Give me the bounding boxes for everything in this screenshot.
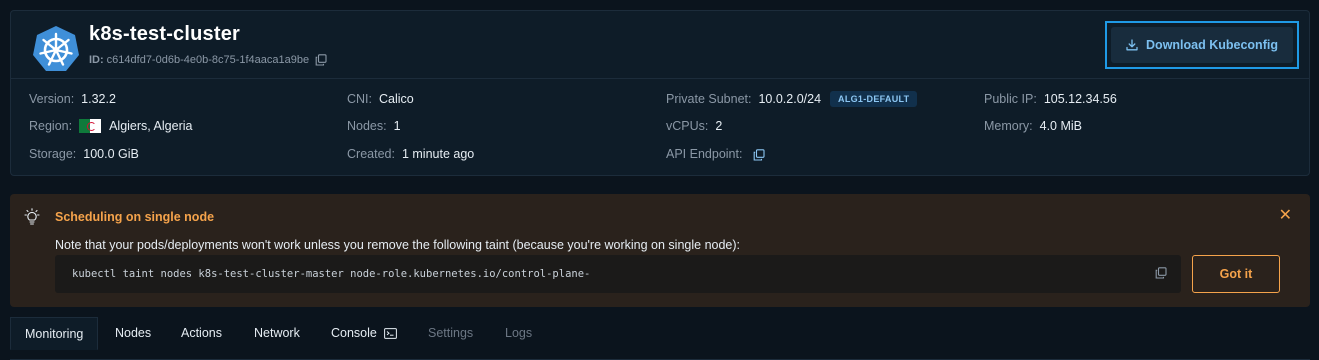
tab-label: Actions bbox=[181, 326, 222, 340]
tab-nodes[interactable]: Nodes bbox=[101, 317, 165, 349]
info-version: Version: 1.32.2 bbox=[29, 92, 116, 106]
copy-icon[interactable] bbox=[315, 54, 327, 66]
tab-label: Nodes bbox=[115, 326, 152, 340]
subnet-badge: ALG1-DEFAULT bbox=[830, 91, 918, 107]
info-memory: Memory: 4.0 MiB bbox=[984, 119, 1082, 133]
region-label: Region: bbox=[29, 119, 73, 133]
memory-value: 4.0 MiB bbox=[1039, 119, 1083, 133]
download-kubeconfig-button-inner[interactable]: Download Kubeconfig bbox=[1111, 27, 1293, 63]
api-endpoint-label: API Endpoint: bbox=[666, 147, 743, 161]
info-nodes: Nodes: 1 bbox=[347, 119, 401, 133]
cluster-id-label: ID: bbox=[89, 54, 104, 66]
info-created: Created: 1 minute ago bbox=[347, 147, 474, 161]
api-endpoint-copy-icon[interactable] bbox=[753, 149, 766, 161]
close-icon[interactable]: ✕ bbox=[1279, 208, 1292, 224]
info-region: Region: Algiers, Algeria bbox=[29, 119, 192, 133]
tab-network[interactable]: Network bbox=[240, 317, 314, 349]
taint-command: kubectl taint nodes k8s-test-cluster-mas… bbox=[72, 268, 591, 280]
got-it-button[interactable]: Got it bbox=[1192, 255, 1280, 293]
info-vcpus: vCPUs: 2 bbox=[666, 119, 722, 133]
public-ip-label: Public IP: bbox=[984, 92, 1037, 106]
cni-value: Calico bbox=[379, 92, 414, 106]
tab-label: Logs bbox=[505, 326, 533, 340]
version-label: Version: bbox=[29, 92, 75, 106]
storage-label: Storage: bbox=[29, 147, 77, 161]
info-private-subnet: Private Subnet: 10.0.2.0/24 ALG1-DEFAULT bbox=[666, 91, 918, 107]
download-kubeconfig-label: Download Kubeconfig bbox=[1146, 38, 1278, 52]
tab-label: Settings bbox=[428, 326, 474, 340]
created-label: Created: bbox=[347, 147, 395, 161]
card-divider bbox=[11, 78, 1309, 79]
info-cni: CNI: Calico bbox=[347, 92, 414, 106]
copy-command-icon[interactable] bbox=[1155, 267, 1167, 279]
tab-logs: Logs bbox=[491, 317, 546, 349]
single-node-alert: Scheduling on single node ✕ Note that yo… bbox=[10, 194, 1310, 307]
version-value: 1.32.2 bbox=[81, 92, 116, 106]
cluster-id: ID: c614dfd7-0d6b-4e0b-8c75-1f4aaca1a9be bbox=[89, 54, 327, 66]
cluster-tabs: Monitoring Nodes Actions Network Console… bbox=[10, 317, 1310, 360]
cluster-card: k8s-test-cluster ID: c614dfd7-0d6b-4e0b-… bbox=[10, 10, 1310, 176]
tab-label: Monitoring bbox=[25, 326, 84, 341]
private-subnet-value: 10.0.2.0/24 bbox=[758, 92, 822, 106]
cluster-id-value: c614dfd7-0d6b-4e0b-8c75-1f4aaca1a9be bbox=[106, 54, 310, 66]
tab-monitoring[interactable]: Monitoring bbox=[10, 317, 99, 350]
algeria-flag-icon bbox=[79, 119, 102, 133]
alert-message: Note that your pods/deployments won't wo… bbox=[55, 238, 741, 252]
tab-actions[interactable]: Actions bbox=[167, 317, 236, 349]
created-value: 1 minute ago bbox=[401, 147, 475, 161]
storage-value: 100.0 GiB bbox=[83, 147, 139, 161]
taint-command-box: kubectl taint nodes k8s-test-cluster-mas… bbox=[55, 255, 1181, 293]
memory-label: Memory: bbox=[984, 119, 1033, 133]
info-storage: Storage: 100.0 GiB bbox=[29, 147, 139, 161]
download-kubeconfig-button[interactable]: Download Kubeconfig bbox=[1105, 21, 1299, 69]
nodes-label: Nodes: bbox=[347, 119, 387, 133]
lightbulb-icon bbox=[24, 208, 40, 225]
private-subnet-label: Private Subnet: bbox=[666, 92, 752, 106]
vcpus-label: vCPUs: bbox=[666, 119, 709, 133]
vcpus-value: 2 bbox=[715, 119, 723, 133]
download-icon bbox=[1126, 39, 1138, 51]
cluster-name: k8s-test-cluster bbox=[89, 23, 241, 45]
tab-label: Network bbox=[254, 326, 300, 340]
info-api-endpoint: API Endpoint: bbox=[666, 147, 766, 161]
alert-title: Scheduling on single node bbox=[55, 210, 215, 224]
info-public-ip: Public IP: 105.12.34.56 bbox=[984, 92, 1117, 106]
kubernetes-logo-icon bbox=[33, 26, 79, 71]
tab-settings: Settings bbox=[414, 317, 487, 349]
region-value: Algiers, Algeria bbox=[109, 119, 193, 133]
tab-console[interactable]: Console bbox=[317, 317, 411, 349]
cni-label: CNI: bbox=[347, 92, 372, 106]
terminal-icon bbox=[383, 327, 397, 339]
tab-label: Console bbox=[331, 326, 377, 340]
public-ip-value: 105.12.34.56 bbox=[1043, 92, 1117, 106]
nodes-value: 1 bbox=[393, 119, 401, 133]
